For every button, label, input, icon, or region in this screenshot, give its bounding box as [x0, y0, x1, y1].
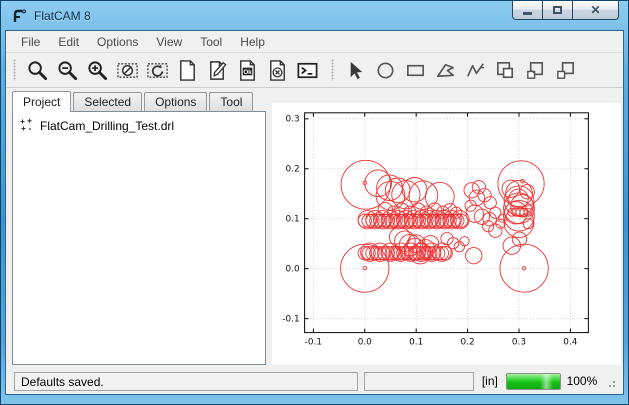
status-aux-panel	[364, 372, 474, 391]
draw-toolbar-drag-handle[interactable]	[331, 59, 334, 81]
maximize-button[interactable]	[542, 1, 573, 20]
toolbar: Ok	[6, 53, 623, 88]
close-icon: ✕	[590, 4, 600, 16]
units-indicator: [in]	[480, 374, 500, 388]
svg-text:0.2: 0.2	[286, 165, 300, 175]
svg-text:0.1: 0.1	[286, 215, 300, 225]
svg-text:0.2: 0.2	[461, 337, 475, 347]
move-squares-icon	[524, 59, 547, 82]
plot-area[interactable]: -0.1 0.0 0.1 0.2 0.3 0.4 -0.1 0.0 0.1 0.2 0.3	[272, 103, 621, 365]
svg-text:0.3: 0.3	[286, 115, 300, 125]
tree-item[interactable]: FlatCam_Drilling_Test.drl	[17, 117, 261, 134]
progress-bar	[506, 373, 561, 390]
minimize-button[interactable]	[512, 1, 543, 20]
clear-plot-button[interactable]	[112, 56, 142, 84]
close-button[interactable]: ✕	[572, 1, 619, 20]
titlebar[interactable]: FlatCAM 8 ✕	[1, 1, 628, 30]
app-icon	[11, 8, 27, 24]
replot-button[interactable]	[142, 56, 172, 84]
svg-text:0.0: 0.0	[286, 265, 301, 275]
plot-canvas[interactable]: -0.1 0.0 0.1 0.2 0.3 0.4 -0.1 0.0 0.1 0.2 0.3	[272, 103, 621, 365]
zoom-in-icon	[86, 59, 109, 82]
progress-sheen	[540, 374, 554, 389]
tree-item-label: FlatCam_Drilling_Test.drl	[40, 119, 174, 133]
menubar: FileEditOptionsViewToolHelp	[6, 31, 623, 53]
drill-file-icon	[19, 118, 34, 133]
save-ok-button[interactable]: Ok	[232, 56, 262, 84]
svg-text:-0.1: -0.1	[305, 337, 322, 347]
svg-text:0.0: 0.0	[358, 337, 373, 347]
svg-text:0.3: 0.3	[512, 337, 526, 347]
menu-file[interactable]: File	[12, 32, 49, 52]
menu-edit[interactable]: Edit	[49, 32, 88, 52]
copy-squares-icon	[554, 59, 577, 82]
svg-text:0.4: 0.4	[563, 337, 578, 347]
replot-icon	[146, 59, 169, 82]
draw-polygon-button[interactable]	[430, 56, 460, 84]
cancel-file-icon	[266, 59, 289, 82]
new-file-icon	[176, 59, 199, 82]
draw-circle-button[interactable]	[370, 56, 400, 84]
zoom-fit-button[interactable]	[22, 56, 52, 84]
path-polyline-icon	[464, 59, 487, 82]
select-tool-button[interactable]	[340, 56, 370, 84]
terminal-icon	[296, 59, 319, 82]
draw-path-button[interactable]	[460, 56, 490, 84]
zoom-out-button[interactable]	[52, 56, 82, 84]
svg-text:0.1: 0.1	[409, 337, 423, 347]
command-shell-button[interactable]	[292, 56, 322, 84]
main-content: ProjectSelectedOptionsTool FlatCam_Drill…	[6, 88, 623, 368]
editor-button[interactable]	[202, 56, 232, 84]
screen: FlatCAM 8 ✕ FileEditOptionsViewToolHelp	[0, 0, 629, 405]
tab-selected[interactable]: Selected	[73, 92, 142, 111]
rectangle-shape-icon	[404, 59, 427, 82]
svg-text:Ok: Ok	[243, 68, 252, 75]
copy-objects-button[interactable]	[550, 56, 580, 84]
polygon-shape-icon	[434, 59, 457, 82]
plot-panel: -0.1 0.0 0.1 0.2 0.3 0.4 -0.1 0.0 0.1 0.2 0.3	[272, 90, 623, 365]
cursor-arrow-icon	[344, 59, 367, 82]
minimize-icon	[523, 12, 532, 15]
circle-shape-icon	[374, 59, 397, 82]
status-message: Defaults saved.	[14, 372, 358, 391]
project-tree[interactable]: FlatCam_Drilling_Test.drl	[12, 111, 266, 365]
tab-options[interactable]: Options	[144, 92, 207, 111]
tab-bar: ProjectSelectedOptionsTool	[12, 90, 266, 111]
move-objects-button[interactable]	[520, 56, 550, 84]
cancel-delete-button[interactable]	[262, 56, 292, 84]
tab-tool[interactable]: Tool	[209, 92, 253, 111]
ok-file-icon: Ok	[236, 59, 259, 82]
draw-rectangle-button[interactable]	[400, 56, 430, 84]
union-squares-icon	[494, 59, 517, 82]
edit-file-icon	[206, 59, 229, 82]
toolbar-drag-handle[interactable]	[13, 59, 16, 81]
maximize-icon	[553, 6, 562, 14]
svg-text:-0.1: -0.1	[282, 315, 299, 325]
menu-options[interactable]: Options	[88, 32, 147, 52]
tab-project[interactable]: Project	[12, 91, 71, 112]
resize-grip[interactable]	[603, 375, 615, 387]
progress-percent: 100%	[567, 374, 598, 388]
menu-help[interactable]: Help	[231, 32, 274, 52]
window-controls: ✕	[513, 1, 619, 20]
polygon-union-button[interactable]	[490, 56, 520, 84]
zoom-in-button[interactable]	[82, 56, 112, 84]
client-area: FileEditOptionsViewToolHelp	[5, 30, 624, 395]
statusbar: Defaults saved. [in] 100%	[6, 368, 623, 394]
left-panel: ProjectSelectedOptionsTool FlatCam_Drill…	[12, 90, 266, 365]
new-file-button[interactable]	[172, 56, 202, 84]
zoom-out-icon	[56, 59, 79, 82]
clear-plot-icon	[116, 59, 139, 82]
menu-view[interactable]: View	[147, 32, 191, 52]
menu-tool[interactable]: Tool	[191, 32, 231, 52]
window-title: FlatCAM 8	[34, 9, 91, 23]
zoom-fit-icon	[26, 59, 49, 82]
flatcam-window: FlatCAM 8 ✕ FileEditOptionsViewToolHelp	[0, 0, 629, 405]
